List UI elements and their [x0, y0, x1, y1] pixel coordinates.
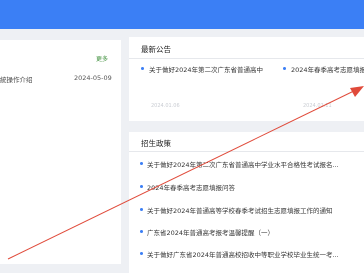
arrow-head-icon	[350, 86, 364, 97]
arrow-line	[7, 87, 361, 260]
annotation-arrow	[7, 86, 364, 260]
